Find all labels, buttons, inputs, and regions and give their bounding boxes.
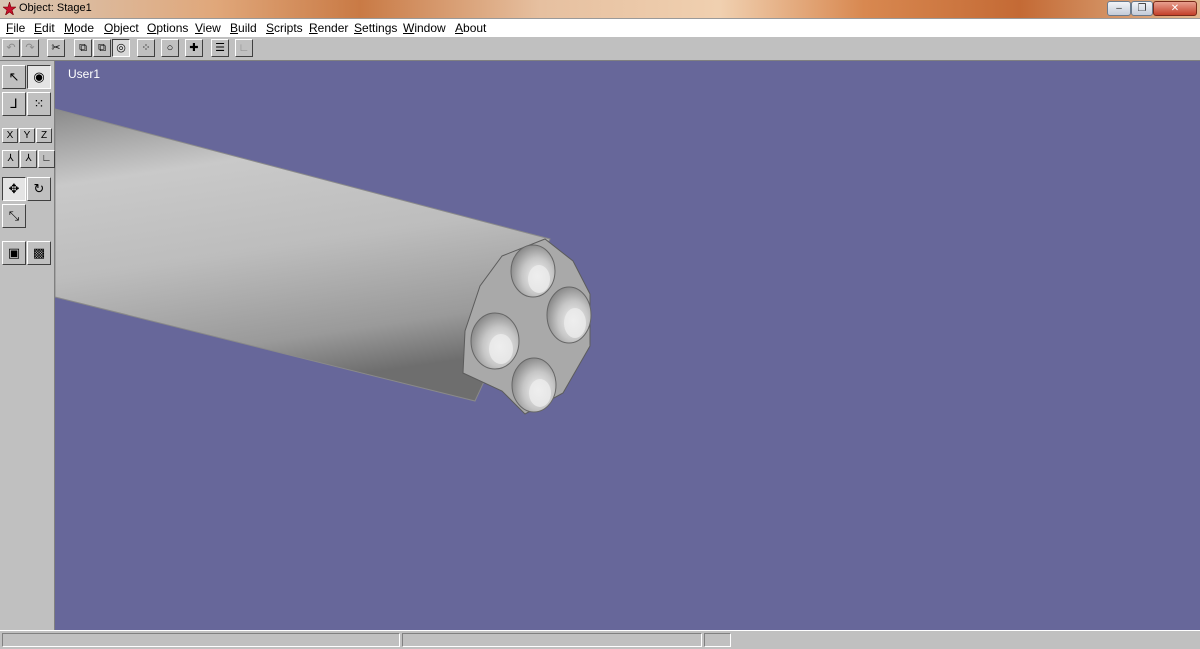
menu-options[interactable]: Options [147, 21, 188, 35]
dots-icon[interactable]: ⁙ [27, 92, 51, 116]
axis-y-button[interactable]: Y [19, 128, 35, 143]
menu-view[interactable]: View [195, 21, 221, 35]
eye-icon[interactable]: ◉ [27, 65, 51, 89]
status-pane-2 [402, 633, 702, 647]
mirror-left-icon[interactable]: ⅄ [2, 150, 19, 168]
title-bar[interactable]: Object: Stage1 – ❐ ✕ [0, 0, 1200, 19]
redo-icon[interactable]: ↷ [21, 39, 39, 57]
menu-edit[interactable]: Edit [34, 21, 55, 35]
viewport-3d[interactable]: User1 [55, 61, 1200, 630]
status-bar [0, 630, 1200, 649]
list-icon[interactable]: ☰ [211, 39, 229, 57]
status-pane-1 [2, 633, 400, 647]
undo-icon[interactable]: ↶ [2, 39, 20, 57]
status-pane-3 [704, 633, 731, 647]
paste-object-icon[interactable]: ⧉ [93, 39, 111, 57]
maximize-button[interactable]: ❐ [1131, 1, 1153, 16]
cut-icon[interactable]: ✂ [47, 39, 65, 57]
move-icon[interactable]: ✥ [2, 177, 26, 201]
menu-build[interactable]: Build [230, 21, 257, 35]
menu-window[interactable]: Window [403, 21, 446, 35]
menu-render[interactable]: Render [309, 21, 348, 35]
rocket-stage-model[interactable] [55, 61, 1200, 630]
menu-mode[interactable]: Mode [64, 21, 94, 35]
mirror-right-icon[interactable]: ⅄ [20, 150, 37, 168]
menu-object[interactable]: Object [104, 21, 139, 35]
axes-icon[interactable]: ⅃ [2, 92, 26, 116]
frame-icon[interactable]: ▣ [2, 241, 26, 265]
menu-about[interactable]: About [455, 21, 486, 35]
toolbar: ↶ ↷ ✂ ⧉ ⧉ ◎ ⁘ ○ ✚ ☰ ∟ [0, 37, 1200, 61]
menu-settings[interactable]: Settings [354, 21, 397, 35]
graph-icon[interactable]: ∟ [235, 39, 253, 57]
close-button[interactable]: ✕ [1153, 1, 1197, 16]
menu-scripts[interactable]: Scripts [266, 21, 303, 35]
window-title: Object: Stage1 [19, 2, 92, 14]
corner-icon[interactable]: ∟ [38, 150, 55, 168]
select-arrow-icon[interactable]: ↖ [2, 65, 26, 89]
axis-z-button[interactable]: Z [36, 128, 52, 143]
tool-palette: ↖ ◉ ⅃ ⁙ X Y Z ⅄ ⅄ ∟ ✥ ↻ ⤡ ▣ ▩ [0, 61, 55, 630]
minimize-button[interactable]: – [1107, 1, 1131, 16]
copy-object-icon[interactable]: ⧉ [74, 39, 92, 57]
app-icon [3, 2, 16, 15]
cluster-icon[interactable]: ⁘ [137, 39, 155, 57]
rotate-icon[interactable]: ↻ [27, 177, 51, 201]
ring-icon[interactable]: ○ [161, 39, 179, 57]
axis-x-button[interactable]: X [2, 128, 18, 143]
add-point-icon[interactable]: ✚ [185, 39, 203, 57]
scale-icon[interactable]: ⤡ [2, 204, 26, 228]
texture-icon[interactable]: ▩ [27, 241, 51, 265]
sphere-icon[interactable]: ◎ [112, 39, 130, 57]
menu-file[interactable]: File [6, 21, 25, 35]
menu-bar: File Edit Mode Object Options View Build… [0, 19, 1200, 38]
